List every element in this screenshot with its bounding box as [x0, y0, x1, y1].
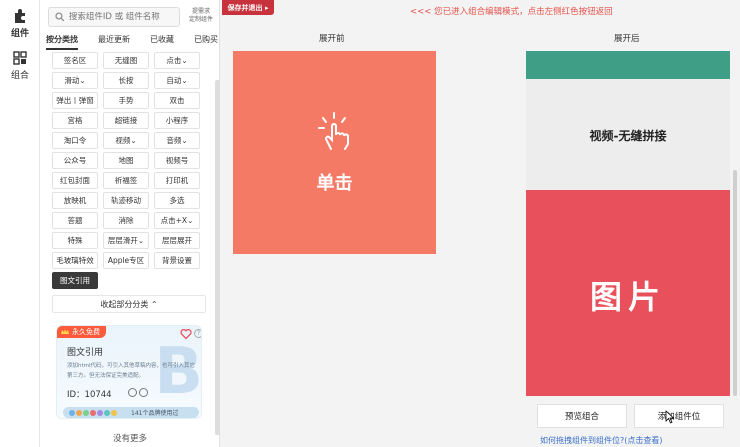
category-chip[interactable]: 祈福签: [103, 172, 149, 189]
after-preview: 清空 删除 视频-无缝拼接 清空 删除 图片: [526, 51, 730, 396]
search-input[interactable]: [68, 12, 179, 22]
brand-avatar: [90, 410, 96, 416]
request-line1: 提需求: [191, 8, 210, 15]
category-chip[interactable]: 淘口令: [52, 132, 98, 149]
category-chip[interactable]: 答题: [52, 212, 98, 229]
category-chip[interactable]: 宫格: [52, 112, 98, 129]
brand-avatar: [69, 410, 75, 416]
card-id: ID：10744: [67, 390, 112, 400]
category-chip[interactable]: 背景设置: [154, 252, 200, 269]
rail-components[interactable]: 组件: [0, 8, 40, 39]
search-icon: [55, 12, 65, 22]
category-chip[interactable]: 视频⌄: [103, 132, 149, 149]
category-chip[interactable]: 层层滑开⌄: [103, 232, 149, 249]
category-chip[interactable]: 超链接: [103, 112, 149, 129]
brand-avatar: [104, 410, 110, 416]
category-chip[interactable]: 点击⌄: [154, 52, 200, 69]
category-chip[interactable]: 手势: [103, 92, 149, 109]
category-chip-selected[interactable]: 图文引用: [52, 272, 98, 289]
request-line2: 定制组件: [188, 16, 213, 23]
combo-mode-notice: <<< 您已进入组合编辑模式，点击左侧红色按钮返回: [410, 7, 613, 17]
category-chip[interactable]: 地图: [103, 152, 149, 169]
category-chip[interactable]: 特殊: [52, 232, 98, 249]
category-chip[interactable]: 签名区: [52, 52, 98, 69]
category-chip[interactable]: 双击: [154, 92, 200, 109]
category-chip[interactable]: 视频号: [154, 152, 200, 169]
card-platform-icons: [128, 388, 148, 397]
category-chip[interactable]: 打印机: [154, 172, 200, 189]
category-chip[interactable]: 弹出丨弹窗: [52, 92, 98, 109]
category-chip[interactable]: 多选: [154, 192, 200, 209]
brand-avatar: [83, 410, 89, 416]
save-exit-button[interactable]: 保存并退出 ▸: [222, 0, 274, 15]
preview-combo-button[interactable]: 预览组合: [537, 404, 627, 428]
image-slot-text: 图片: [589, 278, 666, 316]
video-slot-text: 视频-无缝拼接: [589, 129, 667, 143]
slot-teal[interactable]: [526, 51, 730, 79]
category-chip[interactable]: 小程序: [154, 112, 200, 129]
crown-icon: [61, 329, 69, 334]
category-chip[interactable]: Apple专区: [103, 252, 149, 269]
brand-avatar: [97, 410, 103, 416]
left-rail: 组件 组合: [0, 0, 40, 447]
platform-icon: [139, 388, 148, 397]
slot-image[interactable]: 图片: [526, 190, 730, 396]
after-label: 展开后: [614, 34, 640, 44]
brand-avatars: [69, 410, 117, 416]
card-description: 添加html代码，可引入其他草稿内容，也可引入其它第三方。但无法保证完美适配。: [67, 363, 196, 379]
platform-icon: [128, 388, 137, 397]
category-chip[interactable]: 红包封面: [52, 172, 98, 189]
howto-link[interactable]: 如何拖拽组件到组件位?(点击查看): [540, 435, 663, 446]
category-chip[interactable]: 公众号: [52, 152, 98, 169]
category-chip[interactable]: 轨迹移动: [103, 192, 149, 209]
card-title: 图文引用: [67, 348, 104, 358]
tab-favorites[interactable]: 已收藏: [150, 34, 174, 50]
category-tabs: 按分类找 最近更新 已收藏 已购买: [46, 34, 218, 50]
rail-combo[interactable]: 组合: [0, 50, 40, 81]
free-badge: 永久免费: [57, 326, 106, 338]
mouse-cursor-icon: [665, 410, 675, 424]
slot-video[interactable]: 视频-无缝拼接: [526, 79, 730, 190]
category-chip[interactable]: 自动⌄: [154, 72, 200, 89]
tap-hand-icon: [318, 112, 350, 150]
tab-purchased[interactable]: 已购买: [194, 34, 218, 50]
brand-count: 141个品牌使用过: [131, 410, 179, 417]
add-slot-button[interactable]: 添加组件位: [634, 404, 724, 428]
tab-by-category[interactable]: 按分类找: [46, 34, 78, 50]
search-box: [48, 7, 180, 27]
category-chip[interactable]: 放映机: [52, 192, 98, 209]
category-chip[interactable]: 消除: [103, 212, 149, 229]
panel-scrollbar[interactable]: [215, 80, 220, 435]
before-preview[interactable]: 单击: [233, 51, 436, 254]
category-chip[interactable]: 滑动⌄: [52, 72, 98, 89]
category-chip[interactable]: 长按: [103, 72, 149, 89]
component-panel: 提需求 定制组件 按分类找 最近更新 已收藏 已购买 签名区 无缝图 点击⌄ 滑…: [40, 0, 220, 447]
category-chip[interactable]: 毛玻璃特效: [52, 252, 98, 269]
tab-recent[interactable]: 最近更新: [98, 34, 130, 50]
before-text: 单击: [316, 173, 353, 194]
no-more-text: 没有更多: [112, 434, 147, 444]
puzzle-icon: [15, 9, 25, 23]
category-chip[interactable]: 无缝图: [103, 52, 149, 69]
category-chip[interactable]: 点击+X⌄: [154, 212, 200, 229]
component-card[interactable]: 永久免费 ? B 图文引用 添加html代码，可引入其他草稿内容，也可引入其它第…: [56, 325, 202, 419]
grid-icon: [13, 51, 27, 65]
rail-combo-label: 组合: [10, 71, 29, 81]
brand-avatar: [76, 410, 82, 416]
rail-components-label: 组件: [10, 29, 29, 39]
collapse-categories-button[interactable]: 收起部分分类 ⌃: [52, 295, 206, 313]
before-label: 展开前: [319, 34, 345, 44]
category-chip[interactable]: 音频⌄: [154, 132, 200, 149]
request-custom-link[interactable]: 提需求 定制组件: [183, 8, 219, 24]
category-grid: 签名区 无缝图 点击⌄ 滑动⌄ 长按 自动⌄ 弹出丨弹窗 手势 双击 宫格 超链…: [52, 52, 202, 289]
canvas-scrollbar[interactable]: [733, 170, 737, 396]
category-chip[interactable]: 层层展开: [154, 232, 200, 249]
brand-avatar: [111, 410, 117, 416]
free-badge-label: 永久免费: [72, 328, 100, 336]
app-root: 组件 组合 提需求 定制组件 按分类找 最近更新: [0, 0, 740, 447]
